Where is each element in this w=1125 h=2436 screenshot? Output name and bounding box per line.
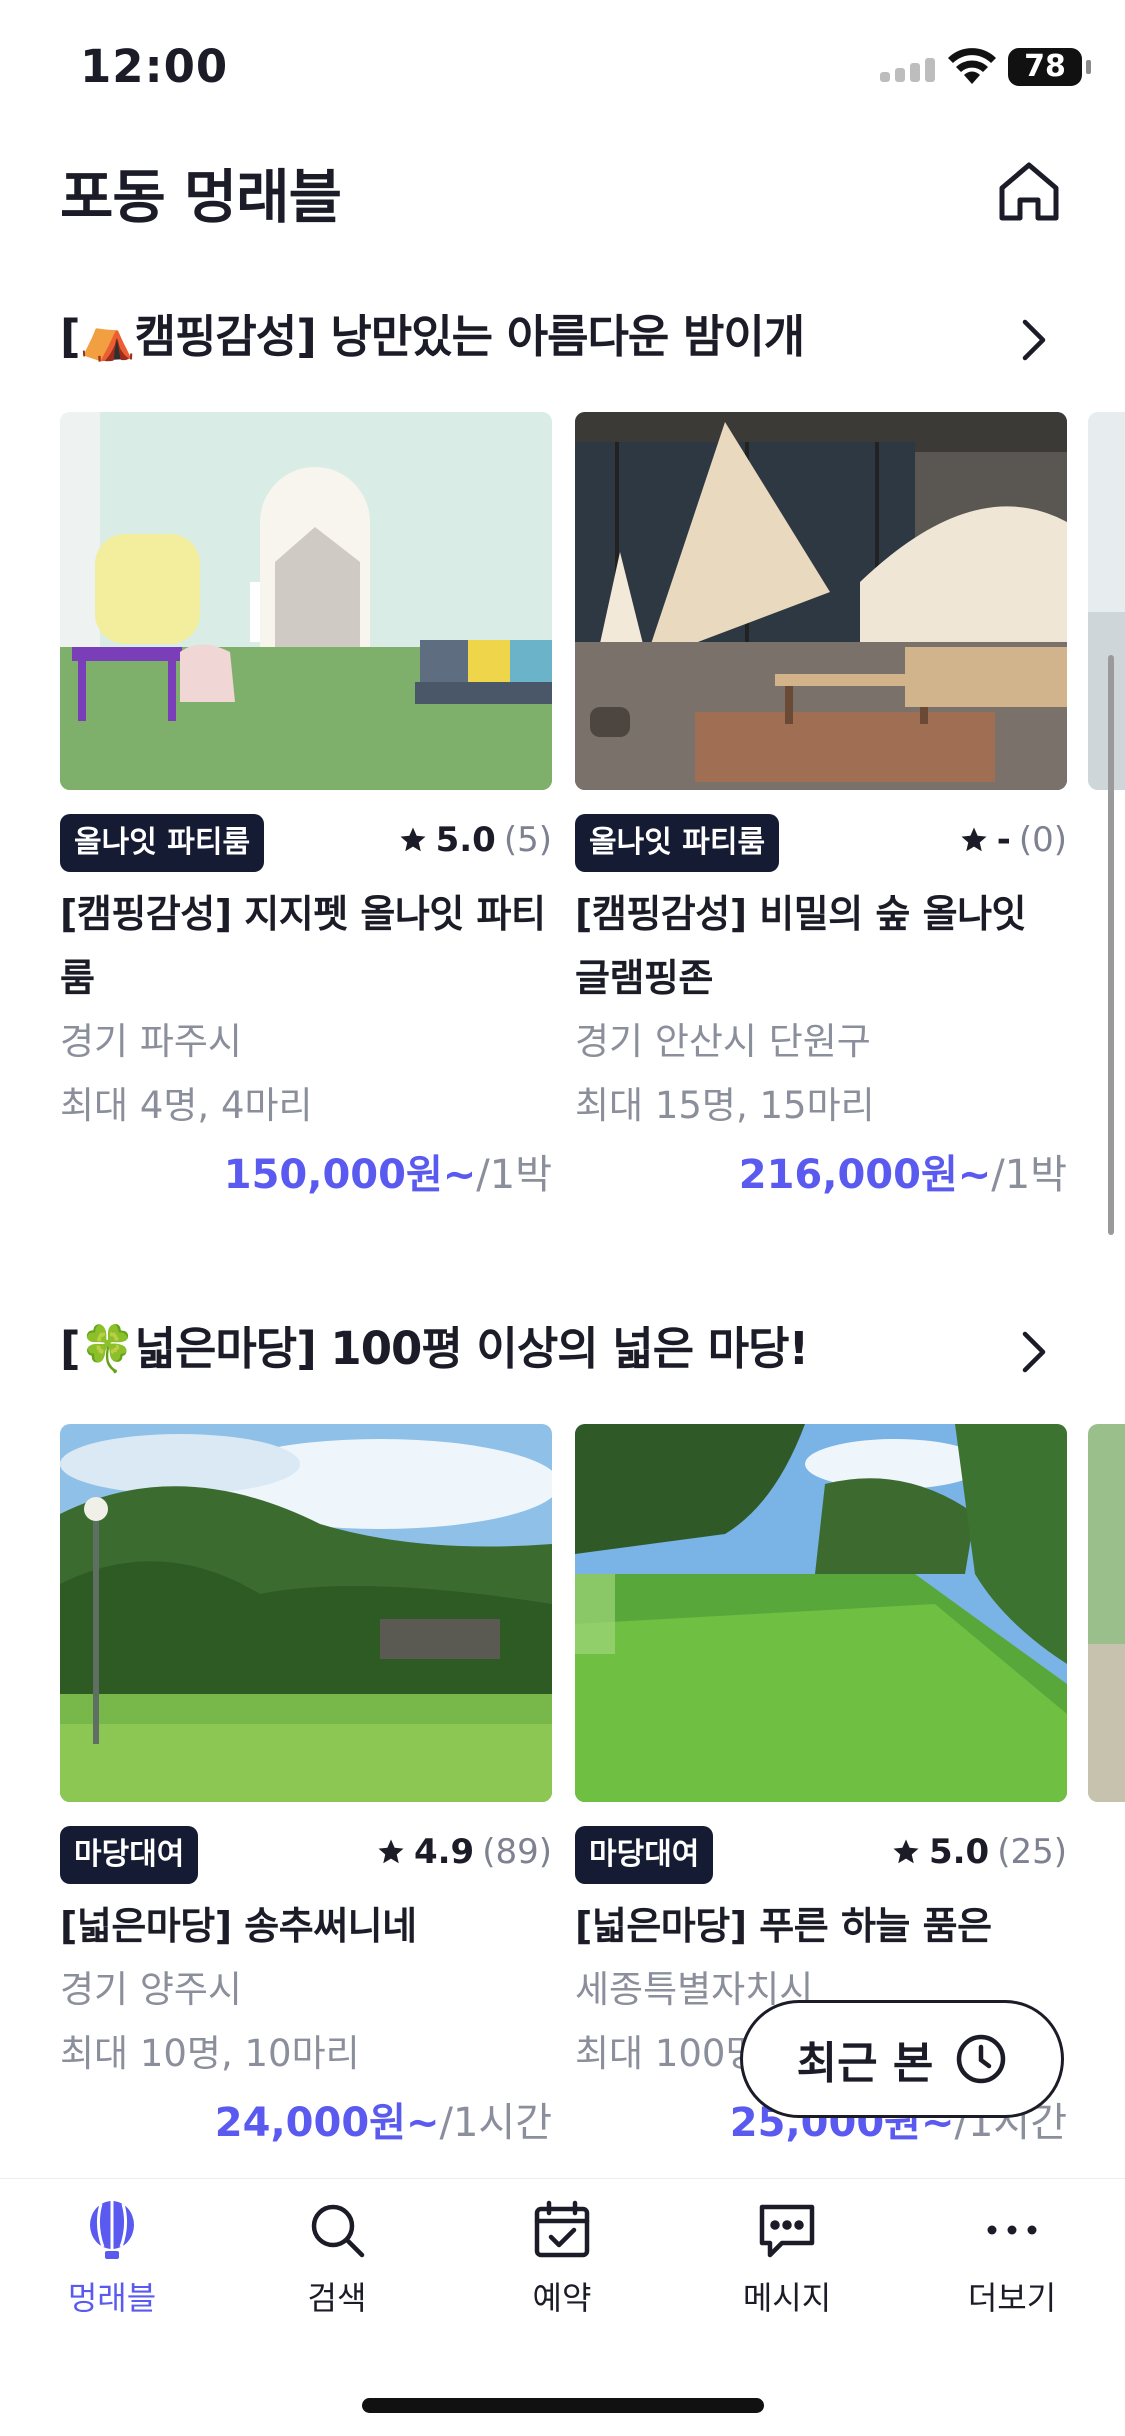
price-value: 216,000원~ <box>738 1152 992 1198</box>
category-badge: 올나잇 파티룸 <box>60 814 265 872</box>
section-title[interactable]: [🍀넓은마당] 100평 이상의 넓은 마당! <box>60 1312 809 1377</box>
listing-location: 경기 안산시 단원구 <box>575 1020 871 1063</box>
listing-capacity: 최대 15명, 15마리 <box>575 1084 875 1127</box>
rating-value: 4.9 <box>413 1832 475 1872</box>
price-unit: /1박 <box>991 1152 1067 1198</box>
tab-reservation[interactable]: 예약 <box>467 2199 657 2319</box>
tab-home[interactable]: 멍래블 <box>17 2199 207 2319</box>
listing-location: 경기 파주시 <box>60 1020 242 1063</box>
tab-message[interactable]: 메시지 <box>692 2199 882 2319</box>
listing-price: 24,000원~/1시간 <box>60 2088 552 2158</box>
price-unit: /1박 <box>476 1152 552 1198</box>
card-meta: 올나잇 파티룸 - (0) <box>575 814 1067 874</box>
listing-name: [캠핑감성] 비밀의 숲 올나잇 글램핑존 <box>575 892 1026 1000</box>
listing-price: 216,000원~/1박 <box>575 1140 1067 1210</box>
chevron-right-icon[interactable] <box>1015 316 1051 364</box>
tab-label: 메시지 <box>742 2279 832 2317</box>
listing-capacity: 최대 4명, 4마리 <box>60 1084 313 1127</box>
home-indicator <box>362 2398 764 2413</box>
wifi-icon <box>948 48 996 84</box>
card-meta: 올나잇 파티룸 5.0 (5) <box>60 814 552 874</box>
tab-label: 더보기 <box>967 2279 1057 2317</box>
tab-label: 멍래블 <box>67 2279 157 2317</box>
category-badge: 마당대여 <box>575 1826 714 1884</box>
rating-value: 5.0 <box>435 820 496 860</box>
listing-card-peek[interactable] <box>1088 1424 1125 1802</box>
rating-value: 5.0 <box>928 1832 990 1872</box>
listing-photo <box>60 412 552 790</box>
review-count: (25) <box>997 1832 1067 1872</box>
battery-indicator: 78 <box>1008 48 1091 86</box>
listing-card[interactable]: 올나잇 파티룸 - (0) [캠핑감성] 비밀의 숲 올나잇 글램핑존 경기 안… <box>575 412 1067 1210</box>
listing-capacity: 최대 10명, 10마리 <box>60 2032 360 2075</box>
listing-card-peek[interactable] <box>1088 412 1125 790</box>
listing-card[interactable]: 올나잇 파티룸 5.0 (5) [캠핑감성] 지지펫 올나잇 파티룸 경기 파주… <box>60 412 552 1210</box>
rating-value: - <box>996 820 1011 860</box>
rating: 5.0 (5) <box>398 820 552 860</box>
listing-name: [캠핑감성] 지지펫 올나잇 파티룸 <box>60 892 546 1000</box>
chevron-right-icon[interactable] <box>1015 1328 1051 1376</box>
star-icon <box>893 1839 919 1864</box>
listing-name: [넓은마당] 푸른 하늘 품은 <box>575 1904 992 1948</box>
category-badge: 마당대여 <box>60 1826 199 1884</box>
star-icon <box>961 827 987 852</box>
price-unit: /1시간 <box>439 2100 552 2146</box>
tab-more[interactable]: 더보기 <box>917 2199 1107 2319</box>
message-icon <box>759 2204 815 2258</box>
balloon-icon <box>90 2201 134 2259</box>
tab-label: 예약 <box>532 2279 592 2317</box>
recent-viewed-button[interactable]: 최근 본 <box>740 2000 1064 2118</box>
home-icon[interactable] <box>996 158 1062 224</box>
rating: 5.0 (25) <box>891 1832 1067 1872</box>
price-value: 24,000원~ <box>214 2100 440 2146</box>
star-icon <box>378 1839 404 1864</box>
header: 포동 멍래블 <box>0 140 1125 250</box>
price-value: 150,000원~ <box>223 1152 477 1198</box>
recent-viewed-label: 최근 본 <box>796 2038 934 2089</box>
review-count: (89) <box>482 1832 552 1872</box>
calendar-check-icon <box>534 2200 590 2258</box>
status-time: 12:00 <box>80 40 229 93</box>
review-count: (0) <box>1018 820 1067 860</box>
card-meta: 마당대여 4.9 (89) <box>60 1826 552 1886</box>
listing-card[interactable]: 마당대여 4.9 (89) [넓은마당] 송추써니네 경기 양주시 최대 10명… <box>60 1424 552 2158</box>
card-meta: 마당대여 5.0 (25) <box>575 1826 1067 1886</box>
category-badge: 올나잇 파티룸 <box>575 814 780 872</box>
rating: - (0) <box>959 820 1067 860</box>
tab-label: 검색 <box>307 2279 367 2317</box>
tab-search[interactable]: 검색 <box>242 2199 432 2319</box>
review-count: (5) <box>503 820 552 860</box>
listing-photo <box>60 1424 552 1802</box>
rating: 4.9 (89) <box>376 1832 552 1872</box>
clock-icon <box>957 2034 1006 2084</box>
search-icon <box>311 2204 365 2258</box>
section-title[interactable]: [⛺캠핑감성] 낭만있는 아름다운 밤이개 <box>60 300 805 365</box>
listing-photo <box>575 412 1067 790</box>
signal-icon <box>880 58 935 82</box>
status-bar: 12:00 78 <box>0 0 1125 135</box>
star-icon <box>400 827 426 852</box>
listing-name: [넓은마당] 송추써니네 <box>60 1904 417 1948</box>
listing-location: 경기 양주시 <box>60 1968 242 2011</box>
scroll-indicator <box>1108 655 1114 1235</box>
page-title: 포동 멍래블 <box>60 163 342 231</box>
listing-photo <box>575 1424 1067 1802</box>
listing-price: 150,000원~/1박 <box>60 1140 552 1210</box>
more-icon <box>987 2225 1037 2235</box>
